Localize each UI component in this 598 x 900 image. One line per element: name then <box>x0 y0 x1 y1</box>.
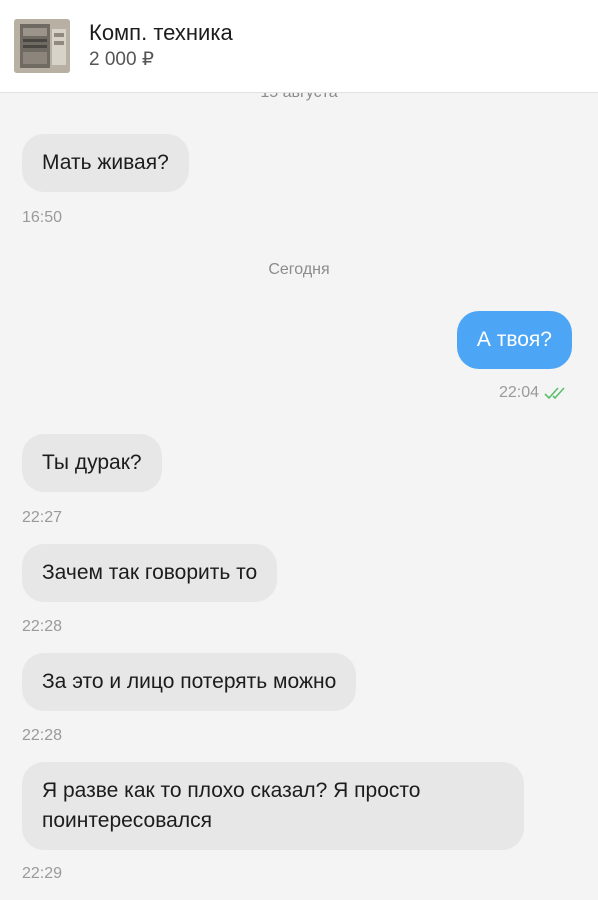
incoming-message[interactable]: За это и лицо потерять можно <box>22 653 357 711</box>
chat-header[interactable]: Комп. техника 2 000 ₽ <box>0 0 598 93</box>
message-time: 16:50 <box>22 209 63 226</box>
message-text: За это и лицо потерять можно <box>42 670 337 693</box>
outgoing-message-status: 22:04 <box>499 384 570 402</box>
incoming-message[interactable]: Я разве как то плохо сказал? Я просто по… <box>22 762 524 850</box>
message-text: Зачем так говорить то <box>42 561 258 584</box>
item-title[interactable]: Комп. техника <box>89 20 233 46</box>
message-text: Ты дурак? <box>42 451 142 474</box>
date-separator-today: Сегодня <box>268 261 330 278</box>
double-check-icon <box>544 385 570 401</box>
message-text: Я разве как то плохо сказал? Я просто по… <box>42 779 421 832</box>
message-text: А твоя? <box>476 328 552 351</box>
message-time: 22:28 <box>22 618 63 635</box>
message-text: Мать живая? <box>42 151 169 174</box>
message-time: 22:27 <box>22 509 63 526</box>
item-thumbnail[interactable] <box>14 19 70 73</box>
incoming-message[interactable]: Ты дурак? <box>22 434 162 492</box>
message-time: 22:29 <box>22 865 63 882</box>
message-time: 22:28 <box>22 727 63 744</box>
incoming-message[interactable]: Зачем так говорить то <box>22 544 278 602</box>
chat-screen: Комп. техника 2 000 ₽ 15 августа Мать жи… <box>0 0 598 900</box>
message-time: 22:04 <box>498 384 539 401</box>
outgoing-message[interactable]: А твоя? <box>456 311 572 369</box>
incoming-message[interactable]: Мать живая? <box>22 134 189 192</box>
item-price: 2 000 ₽ <box>89 49 154 70</box>
